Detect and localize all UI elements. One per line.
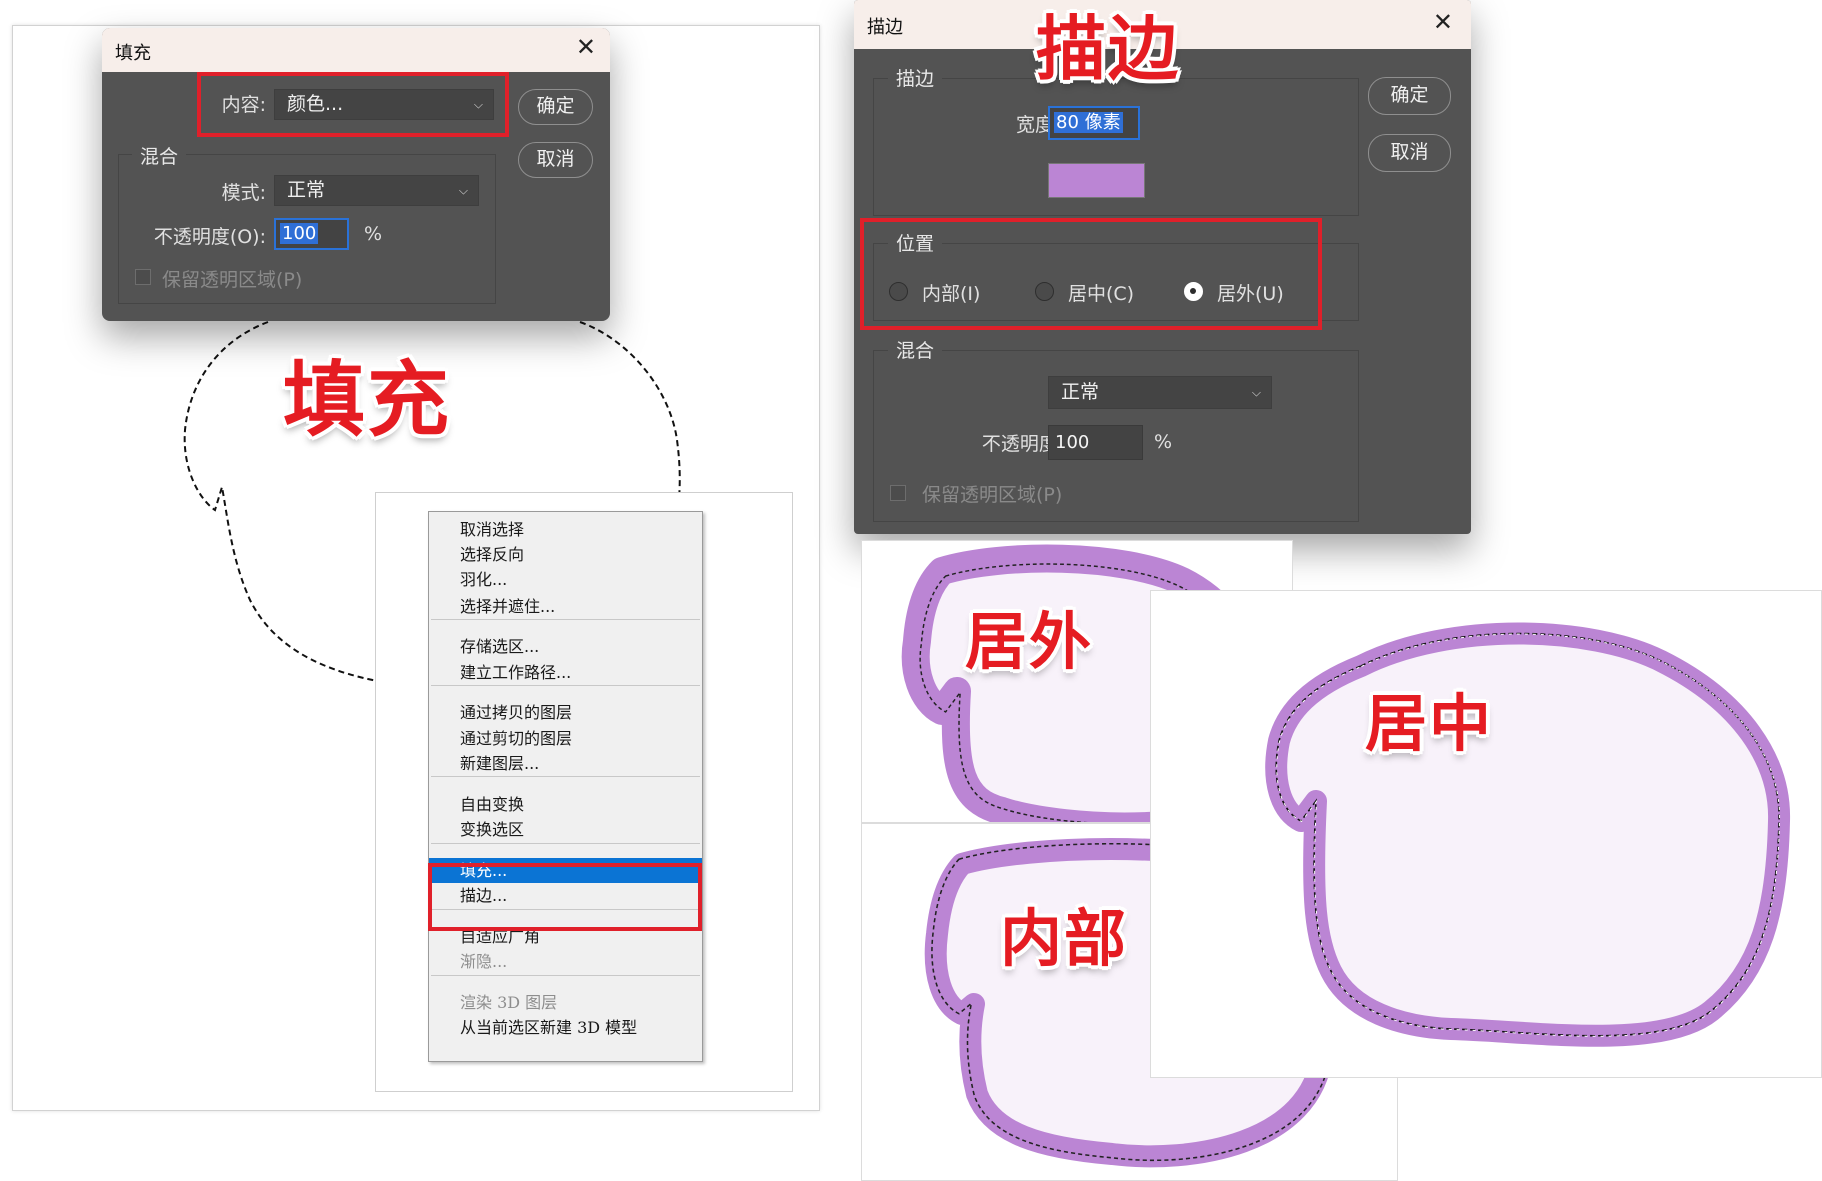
menu-separator	[431, 776, 700, 777]
stroke-group-label: 描边	[888, 64, 943, 91]
close-icon[interactable]: ✕	[576, 33, 596, 61]
position-highlight-box	[860, 218, 1322, 330]
menu-item: 渐隐...	[460, 952, 508, 971]
fill-dialog-title: 填充	[115, 43, 151, 64]
blend-group-label: 混合	[132, 142, 187, 169]
menu-item[interactable]: 从当前选区新建 3D 模型	[429, 1015, 702, 1040]
ok-button[interactable]: 确定	[518, 89, 593, 125]
mode-select-value: 正常	[287, 179, 326, 201]
mode-select[interactable]: 正常 ⌵	[274, 175, 479, 206]
menu-item: 渲染 3D 图层	[460, 993, 558, 1012]
stroke-dialog-title: 描边	[867, 17, 903, 38]
preserve-transparency-label: 保留透明区域(P)	[162, 269, 303, 291]
opacity-input[interactable]: 100	[274, 218, 349, 250]
menu-item[interactable]: 存储选区...	[429, 634, 702, 659]
menu-item[interactable]: 建立工作路径...	[429, 660, 702, 685]
chevron-down-icon: ⌵	[1251, 385, 1261, 399]
cancel-button[interactable]: 取消	[518, 142, 593, 178]
stroke-opacity-input-value: 100	[1055, 432, 1090, 453]
menu-separator	[431, 975, 700, 976]
opacity-label: 不透明度(O):	[153, 226, 266, 248]
caption-center: 居中	[1365, 687, 1494, 760]
menu-item[interactable]: 通过拷贝的图层	[429, 700, 702, 725]
menu-separator	[431, 843, 700, 844]
width-input[interactable]: 80 像素	[1048, 106, 1140, 140]
caption-inside: 内部	[1000, 902, 1129, 975]
stroke-ok-button[interactable]: 确定	[1368, 77, 1451, 115]
stroke-preserve-label: 保留透明区域(P)	[922, 484, 1063, 506]
center-bubble-shape	[1265, 622, 1791, 1047]
menu-separator	[431, 685, 700, 686]
close-icon[interactable]: ✕	[1433, 8, 1453, 36]
menu-item[interactable]: 通过剪切的图层	[429, 726, 702, 751]
menu-item[interactable]: 自由变换	[429, 792, 702, 817]
fill-stroke-highlight-box	[428, 863, 702, 931]
stroke-color-swatch[interactable]	[1048, 163, 1145, 198]
menu-item[interactable]: 羽化...	[429, 567, 702, 592]
context-menu: 取消选择 选择反向 羽化... 选择并遮住... 存储选区... 建立工作路径... 通过拷…	[428, 511, 703, 1062]
content-highlight-box	[197, 72, 509, 137]
menu-item[interactable]: 选择反向	[429, 542, 702, 567]
menu-item[interactable]: 取消选择	[429, 517, 702, 542]
opacity-input-value: 100	[280, 223, 319, 244]
caption-outside: 居外	[965, 605, 1094, 678]
example-center	[1150, 590, 1822, 1078]
menu-item[interactable]: 选择并遮住...	[429, 594, 702, 619]
stroke-opacity-input[interactable]: 100	[1048, 425, 1143, 460]
stroke-cancel-button[interactable]: 取消	[1368, 134, 1451, 172]
preserve-transparency-checkbox[interactable]	[135, 269, 151, 285]
stroke-blend-group-label: 混合	[888, 336, 943, 363]
mode-label: 模式:	[221, 182, 266, 204]
stroke-preserve-checkbox[interactable]	[890, 485, 906, 501]
chevron-down-icon: ⌵	[458, 183, 468, 197]
caption-fill: 填充	[283, 353, 452, 448]
caption-stroke: 描边	[1036, 8, 1180, 90]
percent-unit: %	[364, 223, 383, 245]
fill-dialog-titlebar[interactable]: 填充 ✕	[102, 28, 610, 72]
menu-item[interactable]: 变换选区	[429, 817, 702, 842]
stroke-mode-select[interactable]: 正常 ⌵	[1048, 376, 1272, 409]
stroke-percent-unit: %	[1154, 431, 1173, 453]
width-input-value: 80 像素	[1054, 112, 1123, 133]
stroke-mode-select-value: 正常	[1061, 381, 1100, 403]
menu-separator	[431, 619, 700, 620]
menu-item[interactable]: 新建图层...	[429, 751, 702, 776]
